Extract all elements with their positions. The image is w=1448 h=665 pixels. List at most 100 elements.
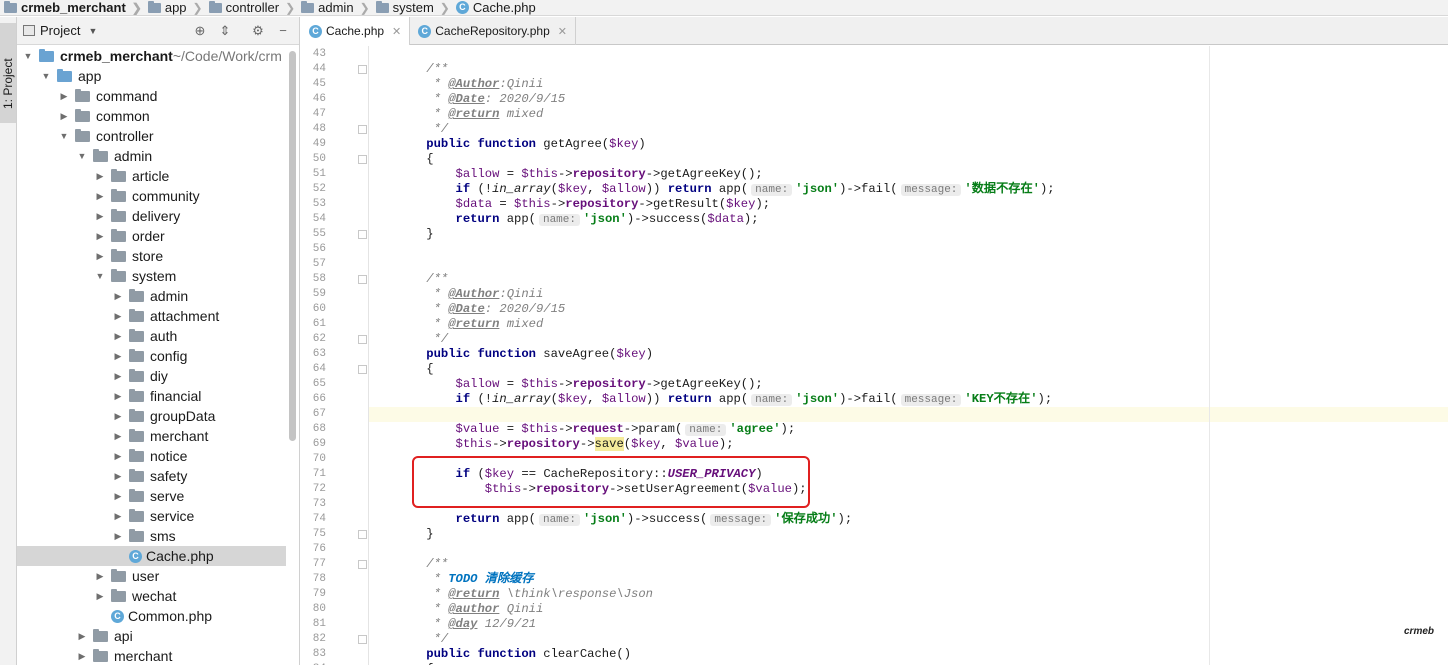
tree-item[interactable]: ▶ community xyxy=(17,186,286,206)
breadcrumb-item[interactable]: app ❯ xyxy=(144,0,205,15)
tree-item[interactable]: ▼ admin xyxy=(17,146,286,166)
collapsed-arrow-icon[interactable]: ▶ xyxy=(111,291,125,302)
collapsed-arrow-icon[interactable]: ▶ xyxy=(111,471,125,482)
collapsed-arrow-icon[interactable]: ▶ xyxy=(111,491,125,502)
expanded-arrow-icon[interactable]: ▼ xyxy=(39,71,53,81)
tree-item[interactable]: ▶ auth xyxy=(17,326,286,346)
collapsed-arrow-icon[interactable]: ▶ xyxy=(111,531,125,542)
collapse-all-icon[interactable]: ⇕ xyxy=(218,24,232,38)
expanded-arrow-icon[interactable]: ▼ xyxy=(75,151,89,161)
tree-item[interactable]: ▶ store xyxy=(17,246,286,266)
tree-item[interactable]: ▶ notice xyxy=(17,446,286,466)
collapsed-arrow-icon[interactable]: ▶ xyxy=(111,331,125,342)
tree-item[interactable]: ▶ financial xyxy=(17,386,286,406)
tree-item[interactable]: ▶ wechat xyxy=(17,586,286,606)
tree-item[interactable]: ▶ user xyxy=(17,566,286,586)
collapsed-arrow-icon[interactable]: ▶ xyxy=(111,351,125,362)
tree-item[interactable]: ▶ serve xyxy=(17,486,286,506)
close-icon[interactable]: ✕ xyxy=(558,25,567,38)
close-icon[interactable]: ✕ xyxy=(392,25,401,38)
code-line: 49 public function getAgree($key) xyxy=(301,137,1448,152)
collapsed-arrow-icon[interactable]: ▶ xyxy=(75,651,89,662)
collapsed-arrow-icon[interactable]: ▶ xyxy=(93,571,107,582)
tree-item[interactable]: ▶ merchant xyxy=(17,646,286,665)
tree-item[interactable]: C Common.php xyxy=(17,606,286,626)
breadcrumb-item[interactable]: system ❯ xyxy=(372,0,452,15)
tree-item[interactable]: ▶ merchant xyxy=(17,426,286,446)
tree-item[interactable]: ▶ groupData xyxy=(17,406,286,426)
tree-item[interactable]: ▶ safety xyxy=(17,466,286,486)
collapsed-arrow-icon[interactable]: ▶ xyxy=(93,191,107,202)
code-token: ->getAgreeKey(); xyxy=(645,377,763,391)
tree-item[interactable]: ▼ controller xyxy=(17,126,286,146)
fold-marker-icon[interactable] xyxy=(358,365,367,374)
tree-item[interactable]: ▶ diy xyxy=(17,366,286,386)
fold-marker-icon[interactable] xyxy=(358,65,367,74)
tree-item[interactable]: ▶ common xyxy=(17,106,286,126)
breadcrumb-item[interactable]: admin ❯ xyxy=(297,0,371,15)
project-tool-button[interactable]: 1: Project xyxy=(0,23,16,123)
fold-marker-icon[interactable] xyxy=(358,560,367,569)
hide-panel-icon[interactable]: − xyxy=(276,24,290,38)
parameter-hint: name: xyxy=(538,214,580,226)
collapsed-arrow-icon[interactable]: ▶ xyxy=(111,431,125,442)
collapsed-arrow-icon[interactable]: ▶ xyxy=(111,311,125,322)
collapsed-arrow-icon[interactable]: ▶ xyxy=(75,631,89,642)
gear-icon[interactable]: ⚙ xyxy=(251,24,265,38)
breadcrumb-item[interactable]: crmeb_merchant ❯ xyxy=(0,0,144,15)
tree-item[interactable]: ▼ crmeb_merchant ~/Code/Work/crm xyxy=(17,46,286,66)
code-editor[interactable]: 43 44 /** 45 * @Author:Qinii 46 * @Date: 20… xyxy=(301,46,1448,665)
fold-marker-icon[interactable] xyxy=(358,635,367,644)
folder-icon xyxy=(129,508,144,522)
tree-item[interactable]: ▶ config xyxy=(17,346,286,366)
collapsed-arrow-icon[interactable]: ▶ xyxy=(93,591,107,602)
tree-item[interactable]: ▶ article xyxy=(17,166,286,186)
fold-marker-icon[interactable] xyxy=(358,125,367,134)
code-text: $allow = $this->repository->getAgreeKey(… xyxy=(397,167,763,182)
collapsed-arrow-icon[interactable]: ▶ xyxy=(111,411,125,422)
fold-marker-icon[interactable] xyxy=(358,530,367,539)
collapsed-arrow-icon[interactable]: ▶ xyxy=(57,111,71,122)
breadcrumb-item[interactable]: C Cache.php xyxy=(452,0,538,15)
tree-item[interactable]: ▶ api xyxy=(17,626,286,646)
collapsed-arrow-icon[interactable]: ▶ xyxy=(111,391,125,402)
collapsed-arrow-icon[interactable]: ▶ xyxy=(93,231,107,242)
fold-marker-icon[interactable] xyxy=(358,335,367,344)
collapsed-arrow-icon[interactable]: ▶ xyxy=(111,371,125,382)
tab-cache-php[interactable]: C Cache.php ✕ xyxy=(301,17,411,46)
fold-marker-icon[interactable] xyxy=(358,230,367,239)
fold-marker-icon[interactable] xyxy=(358,275,367,284)
tab-cacherepository-php[interactable]: C CacheRepository.php ✕ xyxy=(410,17,576,45)
tree-item[interactable]: ▶ attachment xyxy=(17,306,286,326)
line-number: 72 xyxy=(312,483,326,495)
breadcrumb-item[interactable]: controller ❯ xyxy=(205,0,298,15)
tree-scrollbar[interactable] xyxy=(289,51,296,441)
code-token: @Date xyxy=(448,92,485,106)
project-view-selector[interactable]: Project xyxy=(40,23,80,38)
fold-marker-icon[interactable] xyxy=(358,155,367,164)
collapsed-arrow-icon[interactable]: ▶ xyxy=(111,451,125,462)
chevron-down-icon[interactable]: ▼ xyxy=(88,26,97,36)
tree-item[interactable]: ▶ command xyxy=(17,86,286,106)
tree-item[interactable]: ▶ admin xyxy=(17,286,286,306)
code-token: if xyxy=(455,182,471,196)
expanded-arrow-icon[interactable]: ▼ xyxy=(57,131,71,141)
collapsed-arrow-icon[interactable]: ▶ xyxy=(93,171,107,182)
collapsed-arrow-icon[interactable]: ▶ xyxy=(57,91,71,102)
collapsed-arrow-icon[interactable]: ▶ xyxy=(93,211,107,222)
tree-item-label: order xyxy=(132,228,165,244)
tree-item[interactable]: ▼ system xyxy=(17,266,286,286)
locate-icon[interactable]: ⊕ xyxy=(193,24,207,38)
expanded-arrow-icon[interactable]: ▼ xyxy=(21,51,35,61)
tree-item[interactable]: ▶ order xyxy=(17,226,286,246)
collapsed-arrow-icon[interactable]: ▶ xyxy=(111,511,125,522)
expanded-arrow-icon[interactable]: ▼ xyxy=(93,271,107,281)
tree-item[interactable]: ▶ service xyxy=(17,506,286,526)
tree-item[interactable]: C Cache.php xyxy=(17,546,286,566)
folder-icon xyxy=(129,408,144,422)
collapsed-arrow-icon[interactable]: ▶ xyxy=(93,251,107,262)
tree-item[interactable]: ▼ app xyxy=(17,66,286,86)
tree-item[interactable]: ▶ delivery xyxy=(17,206,286,226)
tree-item[interactable]: ▶ sms xyxy=(17,526,286,546)
